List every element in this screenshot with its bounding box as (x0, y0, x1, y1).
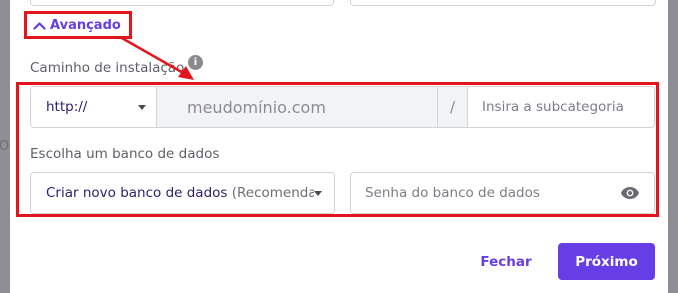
annotation-arrow (119, 35, 194, 80)
